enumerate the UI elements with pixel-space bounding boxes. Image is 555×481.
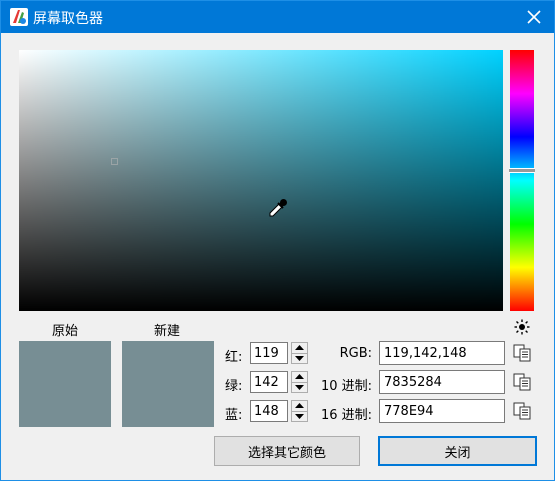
decimal-field[interactable] xyxy=(379,370,505,394)
green-spinner[interactable] xyxy=(291,371,308,393)
triangle-down-icon xyxy=(295,385,304,390)
blue-spinner[interactable] xyxy=(291,400,308,422)
copy-icon[interactable] xyxy=(513,344,531,362)
saturation-value-field[interactable] xyxy=(19,50,503,311)
triangle-up-icon xyxy=(295,374,304,379)
original-color-swatch xyxy=(19,341,111,427)
triangle-down-icon xyxy=(295,414,304,419)
green-down-button[interactable] xyxy=(292,382,307,392)
close-icon[interactable] xyxy=(524,7,544,27)
red-input[interactable] xyxy=(250,342,288,364)
original-label: 原始 xyxy=(52,324,79,339)
decimal-label: 10 进制: xyxy=(320,379,372,394)
red-down-button[interactable] xyxy=(292,353,307,363)
rgb-label: RGB: xyxy=(339,346,372,361)
green-input[interactable] xyxy=(250,371,288,393)
original-color-marker xyxy=(111,158,118,165)
color-picker-window: 屏幕取色器 原始 新建 红: 119 绿: 142 蓝: 148 RGB: 11… xyxy=(0,0,555,481)
hex-field[interactable] xyxy=(379,399,505,423)
copy-icon[interactable] xyxy=(513,402,531,420)
sun-icon[interactable] xyxy=(514,319,530,335)
copy-icon[interactable] xyxy=(513,373,531,391)
pick-other-color-button[interactable]: 选择其它颜色 xyxy=(214,436,360,466)
blue-down-button[interactable] xyxy=(292,411,307,421)
new-label: 新建 xyxy=(154,324,181,339)
close-button[interactable]: 关闭 xyxy=(378,436,537,466)
blue-label: 蓝: xyxy=(225,408,243,423)
new-color-swatch xyxy=(122,341,214,427)
green-label: 绿: xyxy=(225,379,243,394)
red-label: 红: xyxy=(225,350,243,365)
hue-slider[interactable] xyxy=(509,50,535,311)
rgb-field[interactable] xyxy=(379,341,505,365)
hex-label: 16 进制: xyxy=(320,408,372,423)
eyedropper-icon xyxy=(269,199,287,217)
triangle-down-icon xyxy=(295,356,304,361)
red-spinner[interactable] xyxy=(291,342,308,364)
title-bar: 屏幕取色器 xyxy=(1,1,554,33)
window-title: 屏幕取色器 xyxy=(33,11,103,27)
triangle-up-icon xyxy=(295,403,304,408)
hue-slider-marker[interactable] xyxy=(509,168,535,173)
app-logo-icon xyxy=(10,8,28,26)
blue-input[interactable] xyxy=(250,400,288,422)
triangle-up-icon xyxy=(295,345,304,350)
